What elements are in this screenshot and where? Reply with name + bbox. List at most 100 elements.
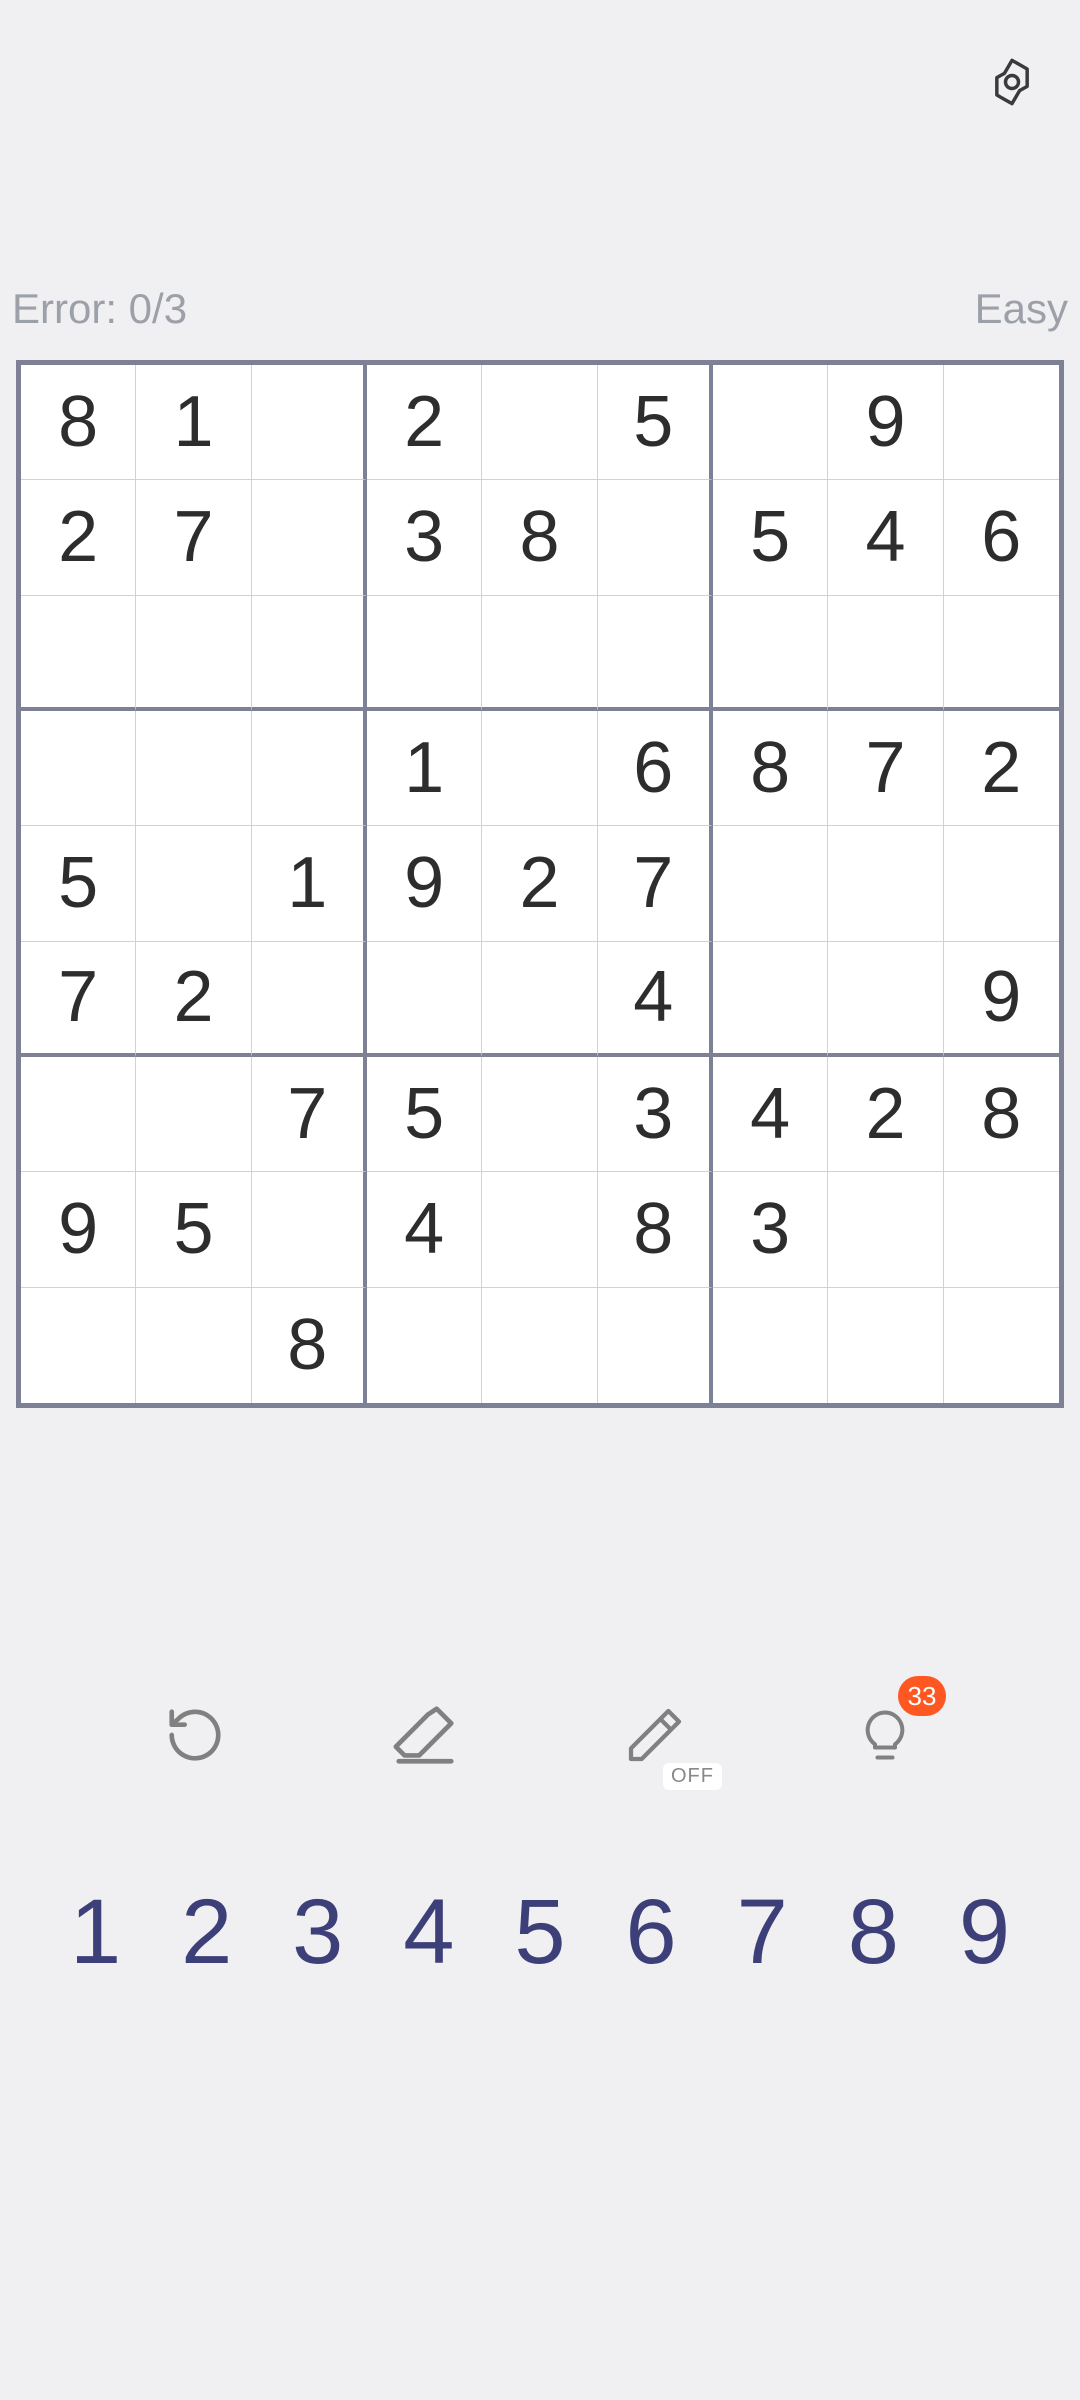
cell-5-5[interactable]: 4 xyxy=(598,942,713,1057)
cell-6-4[interactable] xyxy=(482,1057,597,1172)
cell-1-5[interactable] xyxy=(598,480,713,595)
cell-3-1[interactable] xyxy=(136,711,251,826)
number-button-5[interactable]: 5 xyxy=(490,1880,590,1985)
cell-5-4[interactable] xyxy=(482,942,597,1057)
cell-2-5[interactable] xyxy=(598,596,713,711)
cell-5-2[interactable] xyxy=(252,942,367,1057)
cell-8-0[interactable] xyxy=(21,1288,136,1403)
cell-1-6[interactable]: 5 xyxy=(713,480,828,595)
cell-2-0[interactable] xyxy=(21,596,136,711)
cell-1-4[interactable]: 8 xyxy=(482,480,597,595)
pencil-icon xyxy=(623,1703,687,1767)
cell-7-2[interactable] xyxy=(252,1172,367,1287)
settings-button[interactable] xyxy=(986,56,1038,108)
cell-8-5[interactable] xyxy=(598,1288,713,1403)
number-button-6[interactable]: 6 xyxy=(601,1880,701,1985)
number-button-8[interactable]: 8 xyxy=(823,1880,923,1985)
cell-4-8[interactable] xyxy=(944,826,1059,941)
cell-2-7[interactable] xyxy=(828,596,943,711)
cell-8-6[interactable] xyxy=(713,1288,828,1403)
cell-4-1[interactable] xyxy=(136,826,251,941)
cell-7-6[interactable]: 3 xyxy=(713,1172,828,1287)
cell-4-0[interactable]: 5 xyxy=(21,826,136,941)
number-button-3[interactable]: 3 xyxy=(268,1880,368,1985)
cell-0-3[interactable]: 2 xyxy=(367,365,482,480)
cell-7-8[interactable] xyxy=(944,1172,1059,1287)
cell-2-3[interactable] xyxy=(367,596,482,711)
cell-6-7[interactable]: 2 xyxy=(828,1057,943,1172)
cell-1-7[interactable]: 4 xyxy=(828,480,943,595)
cell-0-5[interactable]: 5 xyxy=(598,365,713,480)
cell-8-1[interactable] xyxy=(136,1288,251,1403)
cell-0-0[interactable]: 8 xyxy=(21,365,136,480)
number-button-4[interactable]: 4 xyxy=(379,1880,479,1985)
cell-3-7[interactable]: 7 xyxy=(828,711,943,826)
cell-0-1[interactable]: 1 xyxy=(136,365,251,480)
cell-7-0[interactable]: 9 xyxy=(21,1172,136,1287)
cell-5-0[interactable]: 7 xyxy=(21,942,136,1057)
cell-2-6[interactable] xyxy=(713,596,828,711)
cell-7-3[interactable]: 4 xyxy=(367,1172,482,1287)
cell-3-6[interactable]: 8 xyxy=(713,711,828,826)
cell-5-8[interactable]: 9 xyxy=(944,942,1059,1057)
cell-6-6[interactable]: 4 xyxy=(713,1057,828,1172)
cell-1-1[interactable]: 7 xyxy=(136,480,251,595)
cell-8-7[interactable] xyxy=(828,1288,943,1403)
cell-4-6[interactable] xyxy=(713,826,828,941)
cell-6-8[interactable]: 8 xyxy=(944,1057,1059,1172)
cell-6-3[interactable]: 5 xyxy=(367,1057,482,1172)
cell-4-5[interactable]: 7 xyxy=(598,826,713,941)
undo-button[interactable] xyxy=(150,1690,240,1780)
cell-6-2[interactable]: 7 xyxy=(252,1057,367,1172)
cell-0-6[interactable] xyxy=(713,365,828,480)
difficulty-label: Easy xyxy=(975,285,1068,333)
number-button-7[interactable]: 7 xyxy=(712,1880,812,1985)
cell-2-8[interactable] xyxy=(944,596,1059,711)
cell-4-2[interactable]: 1 xyxy=(252,826,367,941)
cell-0-7[interactable]: 9 xyxy=(828,365,943,480)
cell-8-8[interactable] xyxy=(944,1288,1059,1403)
cell-2-2[interactable] xyxy=(252,596,367,711)
cell-6-0[interactable] xyxy=(21,1057,136,1172)
cell-5-6[interactable] xyxy=(713,942,828,1057)
cell-8-4[interactable] xyxy=(482,1288,597,1403)
hint-button[interactable]: 33 xyxy=(840,1690,930,1780)
lightbulb-icon xyxy=(855,1705,915,1765)
cell-5-1[interactable]: 2 xyxy=(136,942,251,1057)
cell-6-1[interactable] xyxy=(136,1057,251,1172)
cell-3-3[interactable]: 1 xyxy=(367,711,482,826)
cell-5-7[interactable] xyxy=(828,942,943,1057)
cell-3-8[interactable]: 2 xyxy=(944,711,1059,826)
cell-4-3[interactable]: 9 xyxy=(367,826,482,941)
cell-2-1[interactable] xyxy=(136,596,251,711)
cell-0-8[interactable] xyxy=(944,365,1059,480)
pencil-button[interactable]: OFF xyxy=(610,1690,700,1780)
cell-3-5[interactable]: 6 xyxy=(598,711,713,826)
pencil-state-badge: OFF xyxy=(663,1763,722,1790)
cell-4-4[interactable]: 2 xyxy=(482,826,597,941)
cell-1-2[interactable] xyxy=(252,480,367,595)
cell-6-5[interactable]: 3 xyxy=(598,1057,713,1172)
cell-3-4[interactable] xyxy=(482,711,597,826)
number-button-1[interactable]: 1 xyxy=(46,1880,146,1985)
number-button-2[interactable]: 2 xyxy=(157,1880,257,1985)
error-counter: Error: 0/3 xyxy=(12,285,187,333)
cell-8-3[interactable] xyxy=(367,1288,482,1403)
cell-3-0[interactable] xyxy=(21,711,136,826)
cell-3-2[interactable] xyxy=(252,711,367,826)
cell-8-2[interactable]: 8 xyxy=(252,1288,367,1403)
erase-button[interactable] xyxy=(380,1690,470,1780)
cell-7-7[interactable] xyxy=(828,1172,943,1287)
cell-0-2[interactable] xyxy=(252,365,367,480)
cell-0-4[interactable] xyxy=(482,365,597,480)
number-button-9[interactable]: 9 xyxy=(934,1880,1034,1985)
cell-5-3[interactable] xyxy=(367,942,482,1057)
cell-2-4[interactable] xyxy=(482,596,597,711)
cell-1-0[interactable]: 2 xyxy=(21,480,136,595)
cell-1-3[interactable]: 3 xyxy=(367,480,482,595)
cell-7-5[interactable]: 8 xyxy=(598,1172,713,1287)
cell-1-8[interactable]: 6 xyxy=(944,480,1059,595)
cell-7-4[interactable] xyxy=(482,1172,597,1287)
cell-7-1[interactable]: 5 xyxy=(136,1172,251,1287)
cell-4-7[interactable] xyxy=(828,826,943,941)
